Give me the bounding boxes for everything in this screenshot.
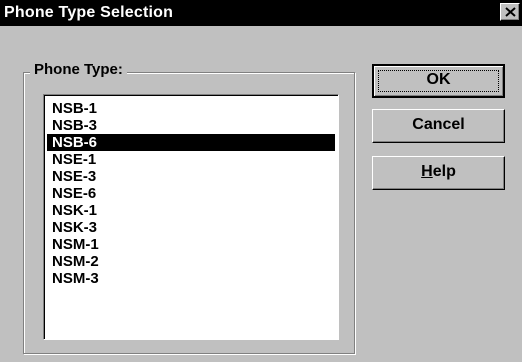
phone-type-listbox[interactable]: NSB-1 NSB-3 NSB-6 NSE-1 NSE-3 NSE-6 NSK-1 NSK-3… [43,94,339,340]
list-item[interactable]: NSM-3 [47,270,335,287]
list-item[interactable]: NSM-2 [47,253,335,270]
list-item[interactable]: NSK-1 [47,202,335,219]
list-item[interactable]: NSE-1 [47,151,335,168]
help-button-label: elp [432,163,456,180]
cancel-button-label: Cancel [412,116,465,133]
phone-type-label: Phone Type: [30,61,127,78]
list-item[interactable]: NSM-1 [47,236,335,253]
dialog-title: Phone Type Selection [4,4,174,21]
cancel-button[interactable]: Cancel [372,109,505,143]
list-item[interactable]: NSB-1 [47,100,335,117]
title-bar[interactable]: Phone Type Selection [0,0,522,26]
list-item[interactable]: NSE-6 [47,185,335,202]
ok-button[interactable]: OK [372,64,505,98]
list-item[interactable]: NSK-3 [47,219,335,236]
list-item[interactable]: NSE-3 [47,168,335,185]
list-item-selected[interactable]: NSB-6 [47,134,335,151]
phone-type-dialog: Phone Type Selection Phone Type: NSB-1 NS… [0,0,522,362]
close-button[interactable] [500,3,520,21]
help-button[interactable]: Help [372,156,505,190]
focus-ring [378,70,499,92]
close-icon [505,7,516,17]
list-item[interactable]: NSB-3 [47,117,335,134]
help-mnemonic: H [421,163,433,180]
